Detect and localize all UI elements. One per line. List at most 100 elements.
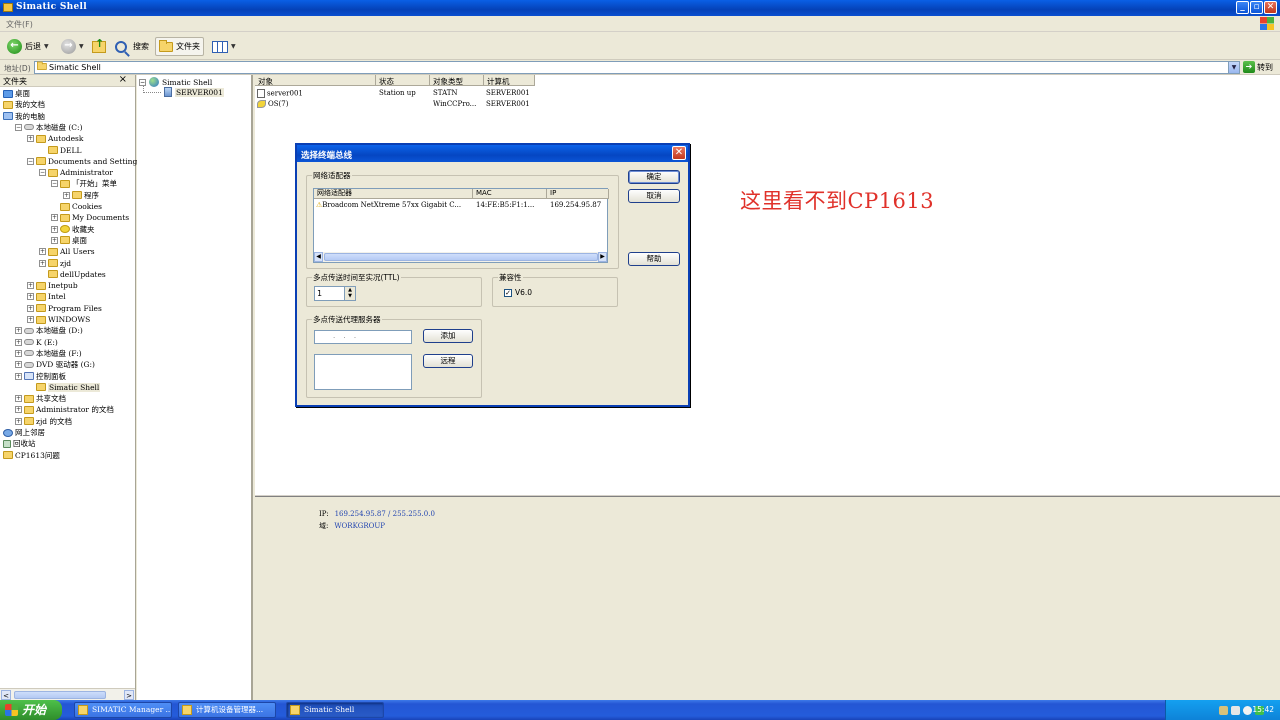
folder-tree-item[interactable]: dellUpdates: [48, 269, 106, 280]
adapter-col-mac[interactable]: MAC: [473, 189, 547, 199]
folder-tree-item[interactable]: + 桌面: [51, 235, 87, 246]
adapter-scroll-right-icon[interactable]: ▶: [598, 252, 607, 262]
folder-tree-item[interactable]: − Administrator: [39, 167, 113, 178]
adapter-row[interactable]: ⚠Broadcom NetXtreme 57xx Gigabit C...: [316, 201, 473, 209]
folder-tree-item[interactable]: + 控制面板: [15, 371, 66, 382]
minimize-button[interactable]: _: [1236, 1, 1249, 14]
folder-tree-item[interactable]: 桌面: [3, 88, 30, 99]
folder-tree-item[interactable]: + Intel: [27, 291, 66, 302]
folder-tree-item[interactable]: − Documents and Settings: [27, 156, 141, 167]
adapter-scroll-thumb[interactable]: [324, 253, 598, 261]
folder-tree-item[interactable]: 回收站: [3, 438, 36, 449]
folder-tree-item[interactable]: 我的文档: [3, 99, 45, 110]
folder-tree-item[interactable]: Simatic Shell: [36, 382, 101, 393]
adapter-col-ip[interactable]: IP: [547, 189, 609, 199]
adapter-list[interactable]: 网络适配器 MAC IP ⚠Broadcom NetXtreme 57xx Gi…: [313, 188, 609, 263]
column-header-status[interactable]: 状态: [376, 75, 430, 86]
proxy-ip-input[interactable]: . . .: [314, 330, 412, 344]
expand-icon[interactable]: +: [27, 293, 34, 301]
folder-tree-item[interactable]: + K (E:): [15, 337, 58, 348]
expand-icon[interactable]: +: [51, 236, 58, 244]
folders-button[interactable]: 文件夹: [155, 37, 204, 56]
help-tray-icon[interactable]: [1231, 706, 1240, 715]
folder-tree-item[interactable]: DELL: [48, 145, 81, 156]
folder-tree-item[interactable]: + All Users: [39, 246, 95, 257]
collapse-icon[interactable]: −: [139, 78, 146, 86]
folder-tree-item[interactable]: + zjd: [39, 258, 71, 269]
folder-tree-item[interactable]: 网上邻居: [3, 427, 45, 438]
back-dropdown-icon[interactable]: ▼: [44, 43, 49, 50]
folder-tree-item[interactable]: + WINDOWS: [27, 314, 90, 325]
back-button[interactable]: ← 后退 ▼: [4, 37, 52, 56]
taskbar-item-simatic-manager[interactable]: SIMATIC Manager ...: [74, 702, 172, 718]
folder-tree-item[interactable]: + Administrator 的文档: [15, 404, 114, 415]
column-header-computer[interactable]: 计算机: [484, 75, 535, 86]
expand-icon[interactable]: +: [15, 406, 22, 414]
adapter-list-scrollbar[interactable]: ◀ ▶: [314, 252, 607, 262]
add-button[interactable]: 添加: [423, 329, 473, 343]
folder-tree-item[interactable]: + 共享文档: [15, 393, 66, 404]
list-item[interactable]: server001: [257, 89, 303, 98]
expand-icon[interactable]: +: [63, 191, 70, 199]
expand-icon[interactable]: +: [51, 214, 58, 222]
expand-icon[interactable]: +: [27, 135, 34, 143]
expand-icon[interactable]: +: [27, 282, 34, 290]
list-item[interactable]: OS(7): [257, 100, 288, 108]
expand-icon[interactable]: +: [15, 417, 22, 425]
keyboard-icon[interactable]: [1219, 706, 1228, 715]
compat-checkbox[interactable]: ✓ V6.0: [504, 288, 532, 297]
expand-icon[interactable]: +: [27, 304, 34, 312]
up-folder-button[interactable]: [89, 37, 109, 56]
folder-tree-item[interactable]: + 本地磁盘 (F:): [15, 348, 82, 359]
expand-icon[interactable]: +: [39, 248, 46, 256]
folder-tree-item[interactable]: 我的电脑: [3, 111, 45, 122]
folder-pane-close-icon[interactable]: ×: [119, 74, 127, 85]
expand-icon[interactable]: +: [15, 361, 22, 369]
folder-tree-item[interactable]: + Autodesk: [27, 133, 83, 144]
views-dropdown-icon[interactable]: ▼: [231, 43, 236, 50]
ttl-spin-icon[interactable]: ▲ ▼: [344, 287, 355, 300]
folder-tree-item[interactable]: + Program Files: [27, 303, 102, 314]
folder-pane-scrollbar[interactable]: < >: [0, 688, 135, 700]
ok-button[interactable]: 确定: [628, 170, 680, 184]
collapse-icon[interactable]: −: [15, 123, 22, 131]
expand-icon[interactable]: +: [39, 259, 46, 267]
proxy-list[interactable]: [314, 354, 412, 390]
adapter-col-name[interactable]: 网络适配器: [314, 189, 473, 199]
project-child-server[interactable]: SERVER001: [164, 87, 224, 97]
folder-tree-item[interactable]: + 收藏夹: [51, 224, 95, 235]
maximize-button[interactable]: ▫: [1250, 1, 1263, 14]
checkmark-icon[interactable]: ✓: [504, 288, 512, 297]
folder-tree-item[interactable]: − 本地磁盘 (C:): [15, 122, 83, 133]
expand-icon[interactable]: +: [15, 338, 22, 346]
expand-icon[interactable]: +: [27, 316, 34, 323]
scroll-thumb[interactable]: [14, 691, 106, 699]
folder-tree-item[interactable]: − 「开始」菜单: [51, 178, 117, 189]
column-header-type[interactable]: 对象类型: [430, 75, 484, 86]
adapter-scroll-left-icon[interactable]: ◀: [314, 252, 323, 262]
remote-button[interactable]: 远程: [423, 354, 473, 368]
views-button[interactable]: ▼: [209, 37, 239, 56]
menu-file[interactable]: 文件(F): [6, 19, 33, 30]
taskbar-item-simatic-shell[interactable]: Simatic Shell: [286, 702, 384, 718]
collapse-icon[interactable]: −: [27, 157, 34, 165]
address-dropdown-icon[interactable]: ▼: [1228, 62, 1239, 73]
cancel-button[interactable]: 取消: [628, 189, 680, 203]
folder-tree-item[interactable]: + 本地磁盘 (D:): [15, 325, 83, 336]
scroll-left-icon[interactable]: <: [1, 690, 11, 700]
collapse-icon[interactable]: −: [51, 180, 58, 188]
expand-icon[interactable]: +: [15, 349, 22, 357]
folder-tree-item[interactable]: + Inetpub: [27, 280, 78, 291]
close-button[interactable]: ✕: [1264, 1, 1277, 14]
scroll-right-icon[interactable]: >: [124, 690, 134, 700]
dialog-close-button[interactable]: ✕: [672, 146, 686, 160]
collapse-icon[interactable]: −: [39, 169, 46, 177]
address-input[interactable]: Simatic Shell ▼: [34, 61, 1240, 74]
search-button[interactable]: 搜索: [112, 37, 152, 56]
go-button[interactable]: ➔ 转到: [1243, 61, 1273, 73]
folder-tree-item[interactable]: + DVD 驱动器 (G:): [15, 359, 95, 370]
expand-icon[interactable]: +: [15, 327, 22, 335]
folder-tree-item[interactable]: Cookies: [60, 201, 102, 212]
ttl-stepper[interactable]: 1 ▲ ▼: [314, 286, 356, 301]
start-button[interactable]: 开始: [0, 700, 62, 720]
